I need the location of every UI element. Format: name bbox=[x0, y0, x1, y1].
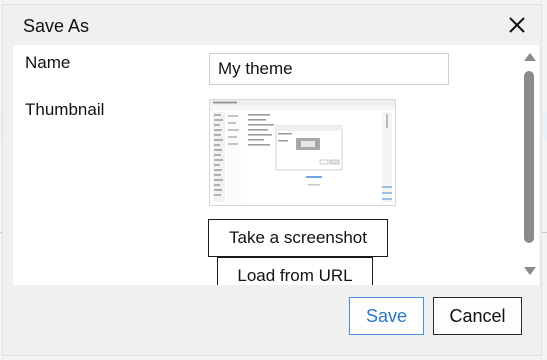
close-button[interactable] bbox=[505, 13, 529, 37]
cancel-button[interactable]: Cancel bbox=[433, 297, 522, 335]
save-as-dialog: Save As Name Thumbnail bbox=[2, 4, 542, 356]
close-icon bbox=[509, 17, 525, 33]
thumbnail-screenshot-image bbox=[210, 100, 395, 205]
scrollbar-thumb[interactable] bbox=[524, 71, 534, 243]
name-label: Name bbox=[25, 53, 71, 72]
dialog-content: Name Thumbnail bbox=[13, 45, 539, 285]
load-from-url-button[interactable]: Load from URL bbox=[217, 257, 373, 285]
take-screenshot-button[interactable]: Take a screenshot bbox=[208, 219, 388, 257]
dialog-title-bar: Save As bbox=[3, 5, 541, 45]
vertical-scrollbar[interactable] bbox=[521, 45, 539, 285]
thumbnail-image bbox=[209, 99, 396, 206]
scroll-down-arrow-icon[interactable] bbox=[524, 267, 536, 275]
dialog-title: Save As bbox=[23, 16, 90, 36]
save-button[interactable]: Save bbox=[349, 297, 424, 335]
thumbnail-label: Thumbnail bbox=[25, 100, 105, 119]
scroll-up-arrow-icon[interactable] bbox=[524, 53, 536, 61]
name-input[interactable] bbox=[209, 53, 449, 85]
